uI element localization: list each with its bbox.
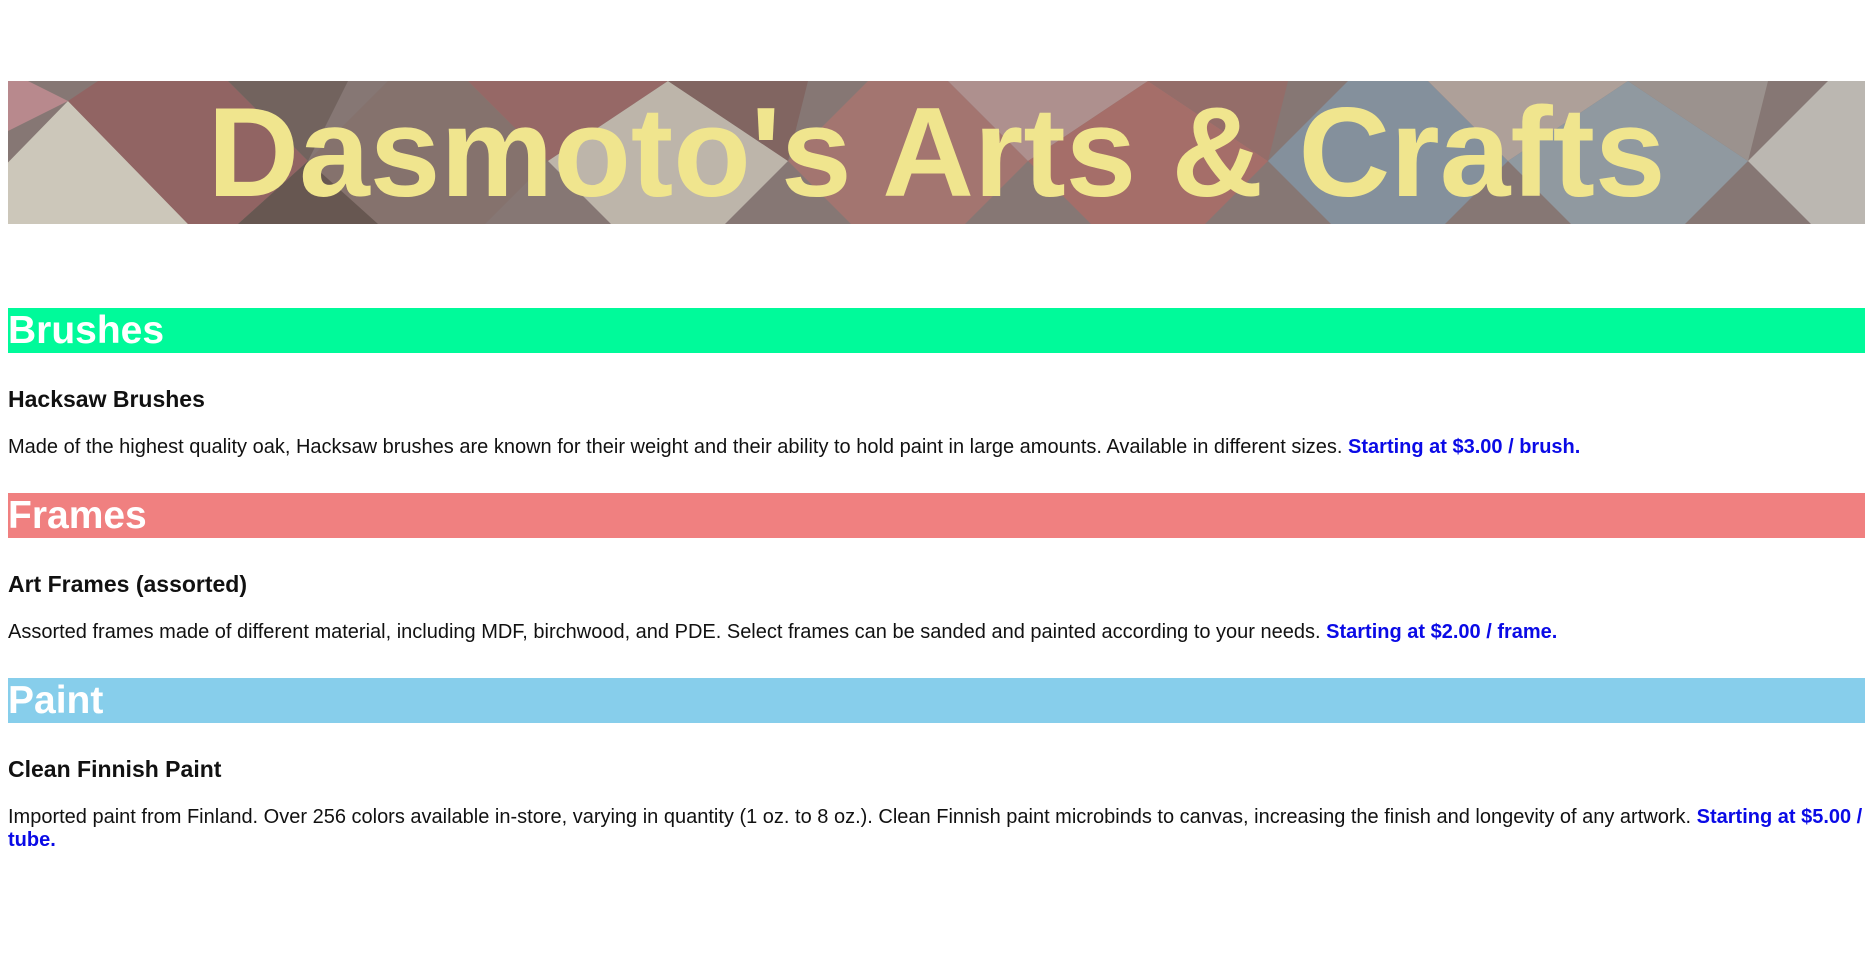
item-title-hacksaw-brushes: Hacksaw Brushes xyxy=(8,386,205,412)
price-text: Starting at $3.00 / brush. xyxy=(1348,436,1581,458)
page-title: Dasmoto's Arts & Crafts xyxy=(207,81,1666,223)
section-heading-paint: Paint xyxy=(8,678,1865,723)
description-text: Imported paint from Finland. Over 256 co… xyxy=(8,806,1692,828)
price-text: Starting at $2.00 / frame. xyxy=(1326,621,1558,643)
description-text: Assorted frames made of different materi… xyxy=(8,621,1321,643)
header-banner: Dasmoto's Arts & Crafts xyxy=(8,81,1865,224)
item-description-frames: Assorted frames made of different materi… xyxy=(8,621,1865,644)
section-heading-frames: Frames xyxy=(8,493,1865,538)
section-heading-brushes: Brushes xyxy=(8,308,1865,353)
item-title-clean-finnish-paint: Clean Finnish Paint xyxy=(8,756,222,782)
item-description-brushes: Made of the highest quality oak, Hacksaw… xyxy=(8,436,1865,459)
item-description-paint: Imported paint from Finland. Over 256 co… xyxy=(8,806,1865,852)
description-text: Made of the highest quality oak, Hacksaw… xyxy=(8,436,1343,458)
item-title-art-frames: Art Frames (assorted) xyxy=(8,571,248,597)
